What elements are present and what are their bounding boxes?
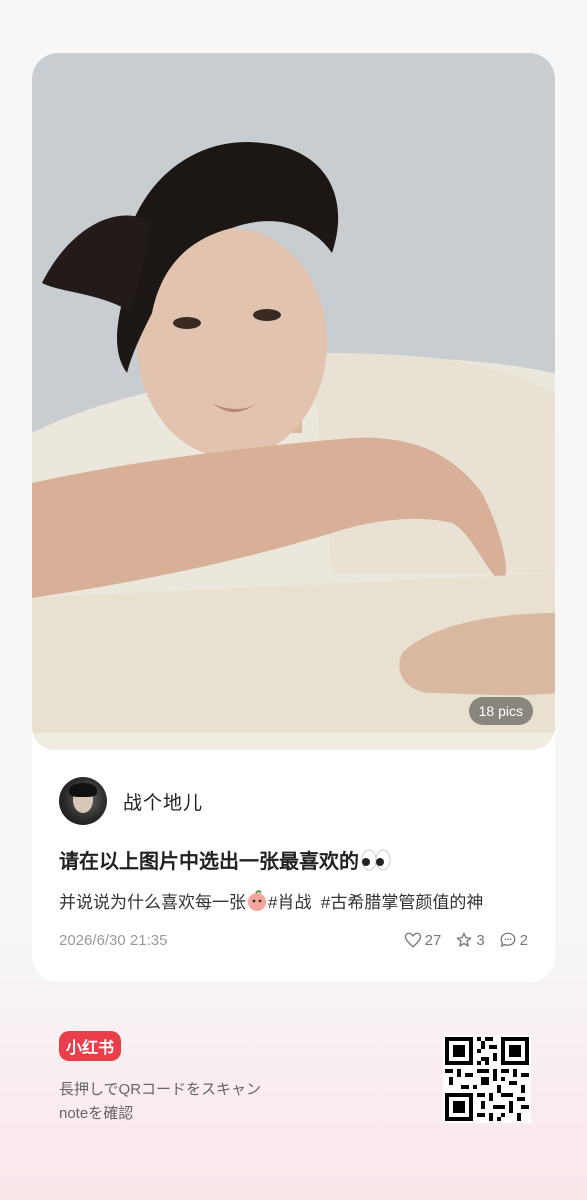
hashtag-link[interactable]: #古希腊掌管颜值的神 [321, 893, 483, 912]
xiaohongshu-logo: 小红书 [59, 1031, 121, 1061]
heart-icon [404, 932, 421, 948]
comment-button[interactable]: 2 [499, 931, 528, 949]
post-photo[interactable]: 18 pics [32, 53, 555, 750]
post-title-text: 请在以上图片中选出一张最喜欢的 [59, 851, 359, 873]
avatar[interactable] [59, 777, 107, 825]
author-name[interactable]: 战个地儿 [123, 788, 203, 815]
collect-count: 3 [476, 931, 485, 949]
like-button[interactable]: 27 [404, 931, 442, 949]
post-title: 请在以上图片中选出一张最喜欢的 [59, 845, 391, 877]
post-photo-illustration [32, 53, 555, 750]
post-meta-row: 2026/6/30 21:35 27 3 2 [59, 929, 528, 951]
like-count: 27 [424, 931, 442, 949]
peach-emoji-icon [246, 890, 268, 917]
scan-instruction-sub: noteを確認 [59, 1105, 134, 1122]
post-description: 并说说为什么喜欢每一张 #肖战 #古希腊掌管颜值的神 [59, 888, 483, 917]
post-date: 2026/6/30 21:35 [59, 931, 168, 949]
author-row[interactable]: 战个地儿 [59, 776, 203, 826]
comment-count: 2 [519, 931, 528, 949]
qr-code [443, 1035, 531, 1123]
eyes-emoji-icon [361, 849, 391, 877]
collect-button[interactable]: 3 [455, 931, 485, 949]
comment-icon [500, 932, 516, 948]
star-icon [456, 932, 472, 947]
image-count-badge: 18 pics [468, 697, 533, 725]
avatar-hair [69, 783, 97, 797]
post-desc-text: 并说说为什么喜欢每一张 [59, 893, 246, 912]
scan-instruction: 長押しでQRコードをスキャン [59, 1081, 262, 1098]
hashtag-link[interactable]: #肖战 [268, 893, 311, 912]
note-card[interactable]: 18 pics 战个地儿 请在以上图片中选出一张最喜欢的 并说说为什么喜欢每一张… [32, 53, 555, 982]
